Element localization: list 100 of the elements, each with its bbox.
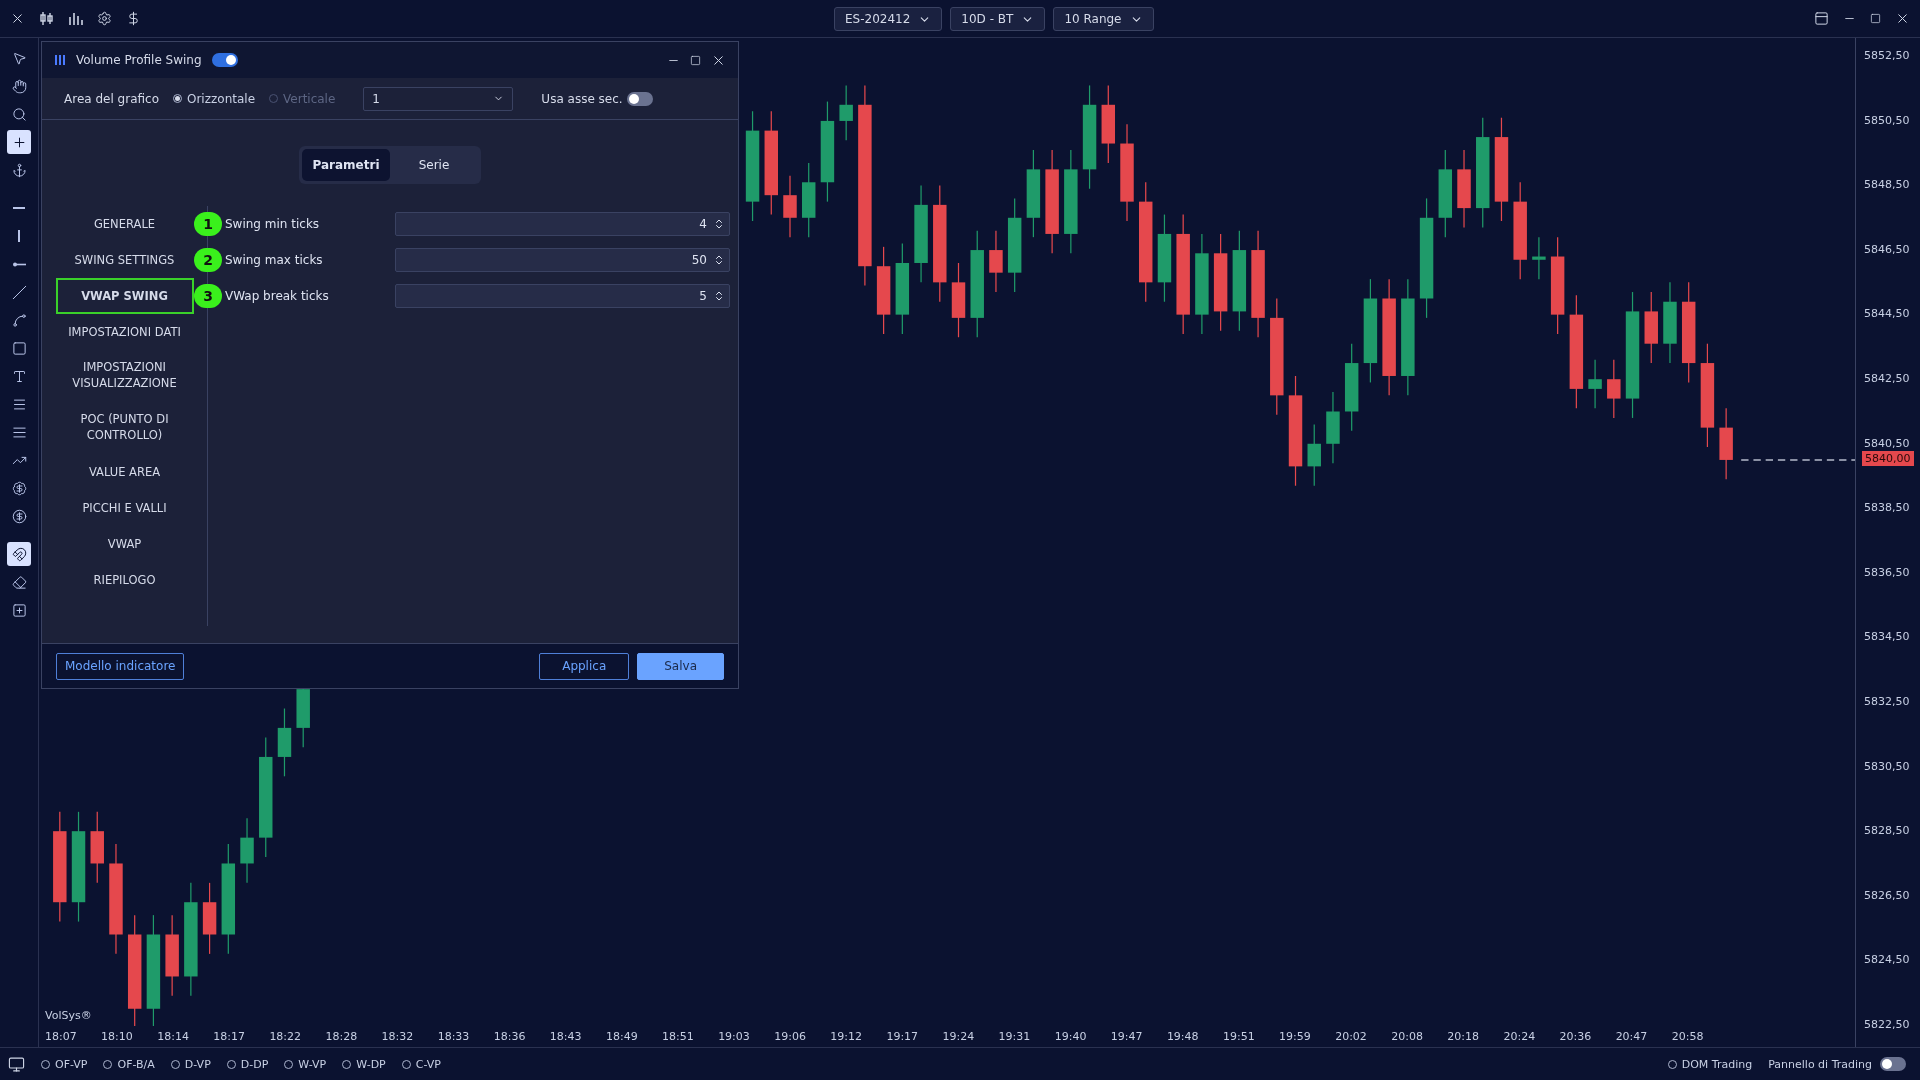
time-label: 18:33 — [437, 1030, 471, 1043]
eraser-icon — [11, 574, 27, 590]
pointer-icon — [11, 50, 27, 66]
time-label: 19:59 — [1279, 1030, 1312, 1043]
settings-icon[interactable] — [97, 11, 112, 26]
apply-button[interactable]: Applica — [539, 652, 630, 680]
monitor-icon[interactable] — [8, 1055, 25, 1073]
time-label: 19:51 — [1222, 1030, 1256, 1043]
step-badge: 3 — [194, 284, 222, 308]
symbol-dropdown[interactable]: ES-202412 — [834, 7, 943, 31]
crosshair-icon — [11, 134, 27, 150]
param-label: Swing max ticks — [224, 253, 324, 267]
number-input[interactable]: 4 — [395, 212, 730, 236]
secondary-axis-toggle[interactable] — [626, 91, 653, 106]
magnet-icon — [11, 546, 27, 562]
maximize-icon[interactable] — [690, 54, 701, 66]
enable-toggle[interactable] — [211, 53, 238, 67]
add-object-icon — [11, 602, 27, 618]
nav-item[interactable]: SWING SETTINGS — [55, 242, 194, 278]
time-label: 18:36 — [493, 1030, 527, 1043]
price-label: 5824,50 — [1864, 952, 1911, 969]
time-label: 18:28 — [325, 1030, 359, 1043]
nav-item[interactable]: GENERALE — [55, 206, 194, 242]
nav-item[interactable]: IMPOSTAZIONI DATI — [55, 314, 194, 350]
time-label: 18:51 — [662, 1030, 695, 1043]
indicator-radio[interactable]: D-DP — [226, 1057, 269, 1071]
magnet-tool[interactable] — [7, 542, 31, 566]
nav-item[interactable]: PICCHI E VALLI — [55, 490, 194, 526]
trading-panel-toggle[interactable] — [1880, 1057, 1906, 1071]
param-label: VWap break ticks — [224, 289, 330, 303]
nav-item[interactable]: POC (PUNTO DI CONTROLLO) — [55, 402, 194, 452]
candlestick — [1588, 359, 1602, 409]
symbol-dropdown[interactable]: 10D - BT — [950, 7, 1046, 31]
time-label: 19:17 — [886, 1030, 920, 1043]
time-label: 18:07 — [45, 1030, 78, 1043]
time-label: 19:31 — [998, 1030, 1032, 1043]
indicator-radio[interactable]: D-VP — [170, 1057, 211, 1071]
orientation-radio[interactable]: Orizzontale — [173, 91, 256, 106]
price-label: 5826,50 — [1864, 887, 1911, 904]
time-label: 20:58 — [1671, 1030, 1705, 1043]
time-label: 20:02 — [1335, 1030, 1368, 1043]
time-label: 18:22 — [269, 1030, 303, 1043]
nav-item[interactable]: RIEPILOGO — [55, 562, 194, 598]
rectangle-icon — [11, 340, 27, 356]
indicator-radio[interactable]: W-VP — [284, 1057, 327, 1071]
text-icon — [11, 368, 27, 384]
price-label: 5830,50 — [1864, 758, 1911, 775]
indicator-radio[interactable]: OF-VP — [41, 1057, 88, 1071]
settings-tab[interactable]: Serie — [390, 149, 478, 181]
dom-trading-radio[interactable]: DOM Trading — [1667, 1057, 1753, 1071]
spinner-icon[interactable] — [713, 254, 725, 266]
settings-tab[interactable]: Parametri — [302, 149, 390, 181]
time-label: 19:47 — [1110, 1030, 1144, 1043]
pane-select[interactable]: 1 — [363, 86, 514, 111]
number-input[interactable]: 5 — [395, 284, 730, 308]
time-label: 19:06 — [774, 1030, 807, 1043]
spinner-icon[interactable] — [713, 290, 725, 302]
layout-icon[interactable] — [1814, 11, 1829, 26]
price-label: 5850,50 — [1864, 112, 1911, 129]
watermark-text: VolSys® — [45, 1009, 92, 1022]
price-label: 5842,50 — [1864, 370, 1911, 387]
lines-icon — [11, 424, 27, 440]
price-label: 5822,50 — [1864, 1016, 1911, 1033]
bar-chart-icon[interactable] — [68, 11, 83, 26]
candlestick — [989, 230, 1003, 293]
time-label: 20:36 — [1559, 1030, 1593, 1043]
nav-item[interactable]: VALUE AREA — [55, 454, 194, 490]
spinner-icon[interactable] — [713, 218, 725, 230]
number-input[interactable]: 50 — [395, 248, 730, 272]
time-label: 18:49 — [605, 1030, 639, 1043]
indicator-radio[interactable]: W-DP — [342, 1057, 386, 1071]
price-label: 5836,50 — [1864, 564, 1911, 581]
maximize-icon[interactable] — [1870, 13, 1881, 24]
nav-item[interactable]: VWAP SWING — [55, 278, 194, 314]
secondary-axis-label: Usa asse sec. — [541, 91, 623, 106]
template-button[interactable]: Modello indicatore — [56, 652, 185, 680]
dollar-icon[interactable] — [126, 11, 141, 26]
trend-line-icon — [11, 284, 27, 300]
candlestick-icon[interactable] — [39, 11, 54, 26]
close-icon[interactable] — [10, 11, 25, 26]
nav-item[interactable]: IMPOSTAZIONI VISUALIZZAZIONE — [55, 350, 194, 400]
indicator-radio[interactable]: C-VP — [401, 1057, 441, 1071]
horizontal-line-icon — [13, 207, 25, 209]
price-label: 5840,50 — [1864, 435, 1911, 452]
price-label: 5852,50 — [1864, 48, 1911, 64]
time-label: 20:08 — [1391, 1030, 1424, 1043]
trading-panel-label: Pannello di Trading — [1768, 1057, 1872, 1071]
candlestick — [1607, 359, 1621, 419]
time-label: 18:43 — [549, 1030, 583, 1043]
indicator-radio[interactable]: OF-B/A — [103, 1057, 155, 1071]
close-icon[interactable] — [1895, 11, 1910, 26]
nav-item[interactable]: VWAP — [55, 526, 194, 562]
time-label: 20:47 — [1615, 1030, 1649, 1043]
symbol-dropdown[interactable]: 10 Range — [1053, 7, 1154, 31]
time-label: 20:18 — [1447, 1030, 1481, 1043]
crosshair-tool[interactable] — [7, 130, 31, 154]
save-button[interactable]: Salva — [637, 652, 724, 680]
dialog-title: Volume Profile Swing — [76, 53, 202, 67]
time-label: 20:24 — [1503, 1030, 1537, 1043]
param-label: Swing min ticks — [224, 217, 321, 231]
